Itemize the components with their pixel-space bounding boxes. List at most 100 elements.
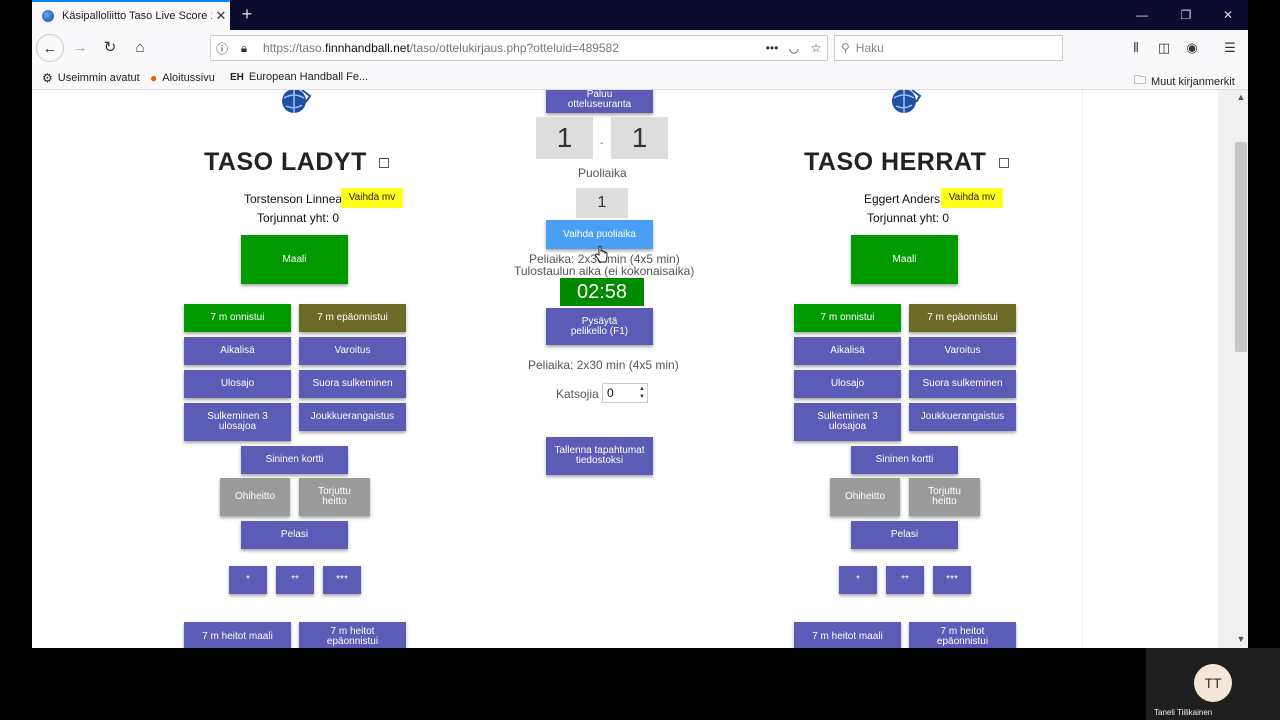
other-bookmarks[interactable]: 🗀 Muut kirjanmerkit [1134, 71, 1235, 92]
address-bar[interactable]: ⓘ 🔒︎ https://taso.finnhandball.net/taso/… [210, 35, 828, 61]
library-icon[interactable]: ⫴ [1124, 36, 1148, 60]
home-star3-button[interactable]: *** [323, 566, 361, 594]
home-played-button[interactable]: Pelasi [241, 521, 348, 549]
away-direct-red-button[interactable]: Suora sulkeminen [909, 370, 1016, 398]
home-team-penalty-button[interactable]: Joukkuerangaistus [299, 403, 406, 431]
new-tab-icon[interactable]: + [236, 4, 258, 26]
minimize-icon[interactable]: — [1122, 0, 1162, 30]
home-icon[interactable]: ⌂ [126, 34, 154, 62]
away-team-penalty-button[interactable]: Joukkuerangaistus [909, 403, 1016, 431]
home-suspension-button[interactable]: Ulosajo [184, 370, 291, 398]
save-events-button[interactable]: Tallenna tapahtumat tiedostoksi [546, 437, 653, 475]
home-star1-button[interactable]: * [229, 566, 267, 594]
away-goal-button[interactable]: Maali [851, 235, 958, 284]
away-7m-success-button[interactable]: 7 m onnistui [794, 304, 901, 332]
more-dots-icon[interactable]: ••• [761, 41, 783, 55]
away-red-after-3-button[interactable]: Sulkeminen 3 ulosajoa [794, 403, 901, 441]
search-icon: ⚲ [841, 41, 850, 55]
participant-name: Taneli Tiilikainen [1154, 708, 1213, 717]
away-warning-button[interactable]: Varoitus [909, 337, 1016, 365]
stop-clock-button[interactable]: Pysäytä pelikello (F1) [546, 308, 653, 345]
bookmarks-bar: ⚙ Useimmin avatut ● Aloitussivu EH European… [32, 66, 1248, 90]
home-team-logo-icon [282, 90, 312, 113]
scroll-up-icon[interactable]: ▲ [1234, 92, 1248, 102]
home-goal-button[interactable]: Maali [241, 235, 348, 284]
bookmark-most-visited[interactable]: ⚙ Useimmin avatut [42, 71, 140, 85]
restore-icon[interactable]: ❐ [1166, 0, 1206, 30]
home-saves-total: Torjunnat yht: 0 [257, 211, 340, 225]
home-saved-shot-button[interactable]: Torjuttu heitto [299, 478, 370, 516]
away-star2-button[interactable]: ** [886, 566, 924, 594]
folder-icon: 🗀 [1134, 73, 1147, 87]
page-scrollbar[interactable]: ▲ ▼ [1218, 90, 1248, 648]
sidebar-icon[interactable]: ◫ [1152, 36, 1176, 60]
tab-bar: Käsipalloliitto Taso Live Score 1 ✕ + — … [32, 0, 1248, 30]
browser-window: Käsipalloliitto Taso Live Score 1 ✕ + — … [32, 0, 1248, 648]
home-red-after-3-button[interactable]: Sulkeminen 3 ulosajoa [184, 403, 291, 441]
spectators-label: Katsojia [556, 387, 599, 401]
away-score: 1 [611, 117, 668, 159]
search-input[interactable]: ⚲ Haku [834, 35, 1063, 61]
right-side-panel [1082, 90, 1218, 648]
firefox-icon: ● [150, 71, 158, 85]
away-blue-card-button[interactable]: Sininen kortti [851, 446, 958, 474]
away-7m-shots-fail-button[interactable]: 7 m heitot epäonnistui [909, 622, 1016, 648]
away-change-goalie-button[interactable]: Vaihda mv [941, 188, 1003, 208]
away-star1-button[interactable]: * [839, 566, 877, 594]
away-star3-button[interactable]: *** [933, 566, 971, 594]
account-icon[interactable]: ◉ [1180, 36, 1204, 60]
change-period-button[interactable]: Vaihda puoliaika [546, 220, 653, 249]
home-star2-button[interactable]: ** [276, 566, 314, 594]
back-to-follow-button[interactable]: Paluu otteluseuranta [546, 90, 653, 113]
info-icon[interactable]: ⓘ [211, 40, 233, 57]
tab-title: Käsipalloliitto Taso Live Score 1 [62, 10, 212, 22]
score-separator: - [600, 138, 604, 149]
away-team-checkbox[interactable] [999, 158, 1009, 168]
back-arrow-icon[interactable]: ← [36, 34, 64, 62]
period-value: 1 [576, 188, 628, 218]
away-saves-total: Torjunnat yht: 0 [867, 211, 950, 225]
game-time-info-2: Peliaika: 2x30 min (4x5 min) [528, 358, 679, 372]
away-suspension-button[interactable]: Ulosajo [794, 370, 901, 398]
search-placeholder: Haku [855, 41, 884, 55]
bookmark-home[interactable]: ● Aloitussivu [150, 71, 215, 85]
reload-icon[interactable]: ↻ [96, 34, 124, 62]
home-7m-success-button[interactable]: 7 m onnistui [184, 304, 291, 332]
bookmark-star-icon[interactable]: ☆ [805, 41, 827, 55]
away-saved-shot-button[interactable]: Torjuttu heitto [909, 478, 980, 516]
scoreboard-time-info: Tulostaulun aika (ei kokonaisaika) [514, 264, 695, 278]
home-blue-card-button[interactable]: Sininen kortti [241, 446, 348, 474]
scrollbar-thumb[interactable] [1235, 142, 1247, 352]
menu-icon[interactable]: ☰ [1218, 36, 1242, 60]
home-warning-button[interactable]: Varoitus [299, 337, 406, 365]
browser-tab[interactable]: Käsipalloliitto Taso Live Score 1 ✕ [32, 0, 230, 30]
spectators-input[interactable]: 0 ▲ ▼ [602, 383, 648, 403]
away-7m-shots-goal-button[interactable]: 7 m heitot maali [794, 622, 901, 648]
url-text: https://taso.finnhandball.net/taso/ottel… [263, 41, 619, 55]
close-tab-icon[interactable]: ✕ [212, 8, 230, 24]
home-7m-shots-goal-button[interactable]: 7 m heitot maali [184, 622, 291, 648]
bookmark-ehf[interactable]: EH European Handball Fe... [230, 71, 368, 83]
home-timeout-button[interactable]: Aikalisä [184, 337, 291, 365]
gear-icon: ⚙ [42, 71, 53, 85]
home-change-goalie-button[interactable]: Vaihda mv [341, 188, 403, 208]
home-team-checkbox[interactable] [379, 158, 389, 168]
home-7m-fail-button[interactable]: 7 m epäonnistui [299, 304, 406, 332]
away-played-button[interactable]: Pelasi [851, 521, 958, 549]
lock-icon[interactable]: 🔒︎ [233, 41, 255, 56]
home-team-name: TASO LADYT [204, 148, 367, 176]
home-direct-red-button[interactable]: Suora sulkeminen [299, 370, 406, 398]
scroll-down-icon[interactable]: ▼ [1234, 634, 1248, 644]
away-miss-button[interactable]: Ohiheitto [830, 478, 900, 516]
spinner-arrows-icon[interactable]: ▲ ▼ [639, 385, 645, 401]
video-participant-tile: TT Taneli Tiilikainen [1146, 648, 1280, 720]
home-7m-shots-fail-button[interactable]: 7 m heitot epäonnistui [299, 622, 406, 648]
close-window-icon[interactable]: ✕ [1208, 0, 1248, 30]
forward-arrow-icon[interactable]: → [66, 34, 94, 62]
home-miss-button[interactable]: Ohiheitto [220, 478, 290, 516]
away-7m-fail-button[interactable]: 7 m epäonnistui [909, 304, 1016, 332]
pocket-icon[interactable]: ◡ [783, 41, 805, 55]
home-score: 1 [536, 117, 593, 159]
ehf-logo-icon: EH [230, 71, 244, 83]
away-timeout-button[interactable]: Aikalisä [794, 337, 901, 365]
